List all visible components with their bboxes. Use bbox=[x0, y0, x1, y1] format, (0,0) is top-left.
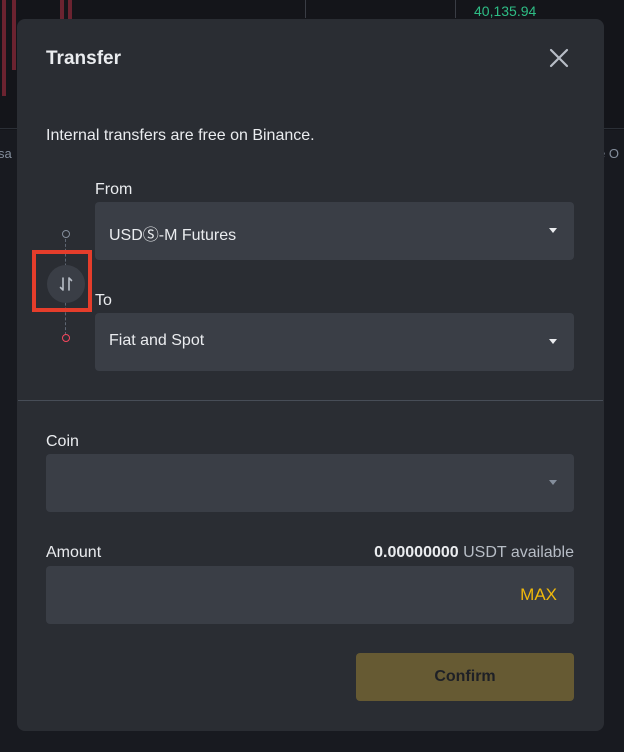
candle-bar bbox=[12, 0, 16, 70]
section-divider bbox=[18, 400, 603, 401]
from-account-value: USDⓈ-M Futures bbox=[109, 227, 237, 244]
close-button[interactable] bbox=[547, 46, 571, 70]
amount-label: Amount bbox=[46, 544, 102, 561]
to-connector-dot bbox=[62, 334, 70, 342]
modal-title: Transfer bbox=[46, 48, 121, 69]
available-unit: USDT available bbox=[463, 544, 574, 561]
amount-field: MAX bbox=[46, 566, 574, 626]
chart-gridline bbox=[305, 0, 306, 18]
from-connector-dot bbox=[62, 230, 70, 238]
available-balance: 0.00000000 USDT available bbox=[374, 544, 574, 562]
background-partial-text: sa bbox=[0, 146, 12, 161]
from-account-select[interactable]: USDⓈ-M Futures bbox=[95, 202, 574, 260]
background-price: 40,135.94 bbox=[474, 3, 537, 19]
confirm-button[interactable]: Confirm bbox=[356, 653, 574, 701]
coin-select[interactable] bbox=[46, 454, 574, 512]
close-icon bbox=[549, 48, 569, 68]
chevron-down-icon bbox=[549, 228, 557, 233]
chart-gridline bbox=[455, 0, 456, 18]
chevron-down-icon bbox=[549, 339, 557, 344]
available-amount: 0.00000000 bbox=[374, 544, 459, 561]
candle-bar bbox=[2, 0, 6, 96]
to-account-value: Fiat and Spot bbox=[109, 332, 205, 349]
chevron-down-icon bbox=[549, 480, 557, 485]
highlight-annotation bbox=[32, 250, 92, 312]
amount-input[interactable] bbox=[60, 566, 504, 626]
transfer-modal: Transfer Internal transfers are free on … bbox=[17, 19, 604, 731]
from-label: From bbox=[95, 181, 133, 198]
to-label: To bbox=[95, 292, 112, 309]
coin-label: Coin bbox=[46, 433, 79, 450]
to-account-select[interactable]: Fiat and Spot bbox=[95, 313, 574, 371]
info-text: Internal transfers are free on Binance. bbox=[46, 127, 315, 144]
max-button[interactable]: MAX bbox=[520, 585, 557, 605]
